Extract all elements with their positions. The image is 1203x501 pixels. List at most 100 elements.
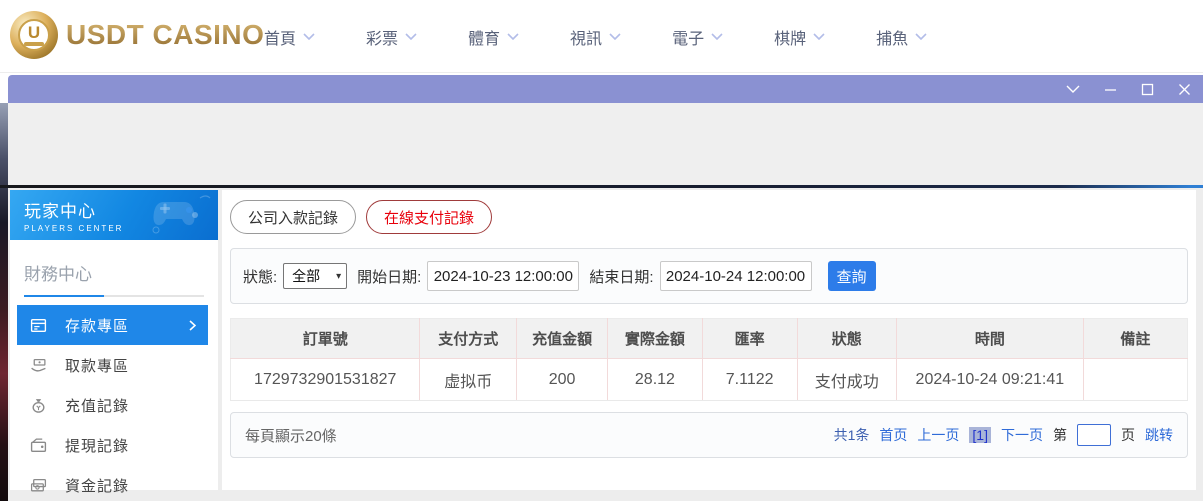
jump-prefix-label: 第 [1053, 427, 1067, 443]
table-header-row: 訂單號 支付方式 充值金額 實際金額 匯率 狀態 時間 備註 [230, 318, 1188, 359]
withdrawal-record-icon [30, 437, 47, 452]
sidebar-item-label: 提現記錄 [65, 437, 130, 455]
chevron-down-icon [303, 33, 315, 40]
jump-button[interactable]: 跳转 [1145, 425, 1173, 445]
sidebar-item-withdraw-zone[interactable]: 取款專區 [10, 345, 218, 385]
sidebar-item-label: 取款專區 [65, 357, 130, 375]
col-remarks: 備註 [1082, 318, 1188, 359]
close-icon[interactable] [1177, 82, 1191, 96]
chevron-right-icon [189, 319, 196, 331]
nav-label: 電子 [672, 30, 705, 48]
main-area: 玩家中心 PLAYERS CENTER 財務中心 存款專區 取款專區 充值記錄 … [8, 188, 1203, 501]
main-nav: 首頁 彩票 體育 視訊 電子 棋牌 捕魚 [264, 0, 927, 73]
minimize-icon[interactable] [1103, 82, 1117, 96]
cell-order-number: 1729732901531827 [230, 358, 420, 401]
coin-logo-icon: U [10, 11, 58, 59]
search-button[interactable]: 查詢 [827, 261, 876, 291]
nav-label: 棋牌 [774, 30, 807, 48]
next-page-link[interactable]: 下一页 [1001, 425, 1043, 445]
nav-item-lottery[interactable]: 彩票 [366, 25, 417, 49]
chevron-down-icon [915, 33, 927, 40]
col-status: 狀態 [796, 318, 897, 359]
col-order-number: 訂單號 [230, 318, 420, 359]
brand-logo[interactable]: U USDT CASINO [10, 11, 264, 59]
prev-page-link[interactable]: 上一页 [917, 425, 959, 445]
tab-company-deposit-records[interactable]: 公司入款記錄 [230, 200, 357, 234]
nav-item-live[interactable]: 視訊 [570, 25, 621, 49]
status-label: 狀態: [243, 268, 278, 286]
records-table: 訂單號 支付方式 充值金額 實際金額 匯率 狀態 時間 備註 172973290… [230, 318, 1188, 401]
first-page-link[interactable]: 首页 [879, 425, 907, 445]
chevron-down-icon[interactable] [1066, 82, 1080, 96]
coin-letter: U [27, 23, 41, 42]
nav-label: 彩票 [366, 30, 399, 48]
sidebar-item-deposit-zone[interactable]: 存款專區 [17, 305, 208, 345]
sidebar-item-label: 資金記錄 [65, 477, 130, 495]
withdraw-icon [31, 358, 46, 372]
col-payment-method: 支付方式 [419, 318, 517, 359]
col-recharge-amount: 充值金額 [516, 318, 608, 359]
nav-item-home[interactable]: 首頁 [264, 25, 315, 49]
background-image-strip [0, 103, 8, 501]
current-page-indicator: [1] [969, 427, 991, 443]
cell-recharge-amount: 200 [516, 358, 608, 401]
content-panel: 公司入款記錄 在線支付記錄 狀態: 全部 ▾ 開始日期: 結束日期: 查詢 [222, 190, 1196, 490]
jump-page-input[interactable] [1077, 424, 1111, 446]
col-actual-amount: 實際金額 [607, 318, 703, 359]
section-underline [24, 295, 204, 297]
end-date-label: 結束日期: [589, 268, 654, 286]
window-controls [1066, 75, 1191, 103]
nav-label: 體育 [468, 30, 501, 48]
sidebar-item-funds-records[interactable]: 資金記錄 [10, 465, 218, 501]
chevron-down-icon [507, 33, 519, 40]
window-titlebar[interactable] [8, 75, 1203, 103]
col-exchange-rate: 匯率 [701, 318, 798, 359]
maximize-icon[interactable] [1140, 82, 1154, 96]
chevron-down-icon [813, 33, 825, 40]
start-date-input[interactable] [427, 261, 580, 291]
nav-item-slots[interactable]: 電子 [672, 25, 723, 49]
table-row: 1729732901531827 虚拟币 200 28.12 7.1122 支付… [230, 358, 1188, 401]
coin-band [24, 42, 44, 46]
deposit-icon [30, 318, 47, 332]
sidebar-item-recharge-records[interactable]: 充值記錄 [10, 385, 218, 425]
nav-label: 首頁 [264, 30, 297, 48]
filter-bar: 狀態: 全部 ▾ 開始日期: 結束日期: 查詢 [230, 248, 1188, 304]
nav-label: 捕魚 [876, 30, 909, 48]
cell-time: 2024-10-24 09:21:41 [896, 358, 1084, 401]
nav-item-sports[interactable]: 體育 [468, 25, 519, 49]
total-count-text: 共1条 [833, 427, 870, 443]
cell-exchange-rate: 7.1122 [701, 358, 798, 401]
chevron-down-icon [609, 33, 621, 40]
pager: 共1条 首页 上一页 [1] 下一页 第 页 跳转 [834, 424, 1173, 446]
nav-item-cards[interactable]: 棋牌 [774, 25, 825, 49]
end-date-input[interactable] [659, 261, 812, 291]
start-date-label: 開始日期: [357, 268, 422, 286]
cell-actual-amount: 28.12 [607, 358, 703, 401]
sidebar-menu: 存款專區 取款專區 充值記錄 提現記錄 資金記錄 [10, 305, 218, 501]
status-select[interactable]: 全部 ▾ [283, 263, 348, 289]
sidebar: 玩家中心 PLAYERS CENTER 財務中心 存款專區 取款專區 充值記錄 … [10, 190, 218, 495]
cell-payment-method: 虚拟币 [419, 358, 517, 401]
status-select-value: 全部 [292, 268, 321, 284]
finance-center-heading: 財務中心 [24, 265, 92, 284]
chevron-down-icon [711, 33, 723, 40]
empty-banner-area [8, 103, 1203, 185]
chevron-down-icon [405, 33, 417, 40]
gamepad-icon [152, 195, 211, 234]
col-time: 時間 [896, 318, 1084, 359]
recharge-record-icon [32, 398, 45, 413]
funds-record-icon [30, 478, 47, 491]
site-header: U USDT CASINO 首頁 彩票 體育 視訊 電子 棋牌 捕魚 [0, 0, 1203, 73]
brand-wordmark: USDT CASINO [66, 19, 265, 50]
nav-label: 視訊 [570, 30, 603, 48]
nav-item-fishing[interactable]: 捕魚 [876, 25, 927, 49]
cell-remarks [1082, 358, 1188, 401]
players-center-header: 玩家中心 PLAYERS CENTER [10, 190, 218, 240]
record-tabs: 公司入款記錄 在線支付記錄 [230, 200, 493, 234]
sidebar-item-withdrawal-records[interactable]: 提現記錄 [10, 425, 218, 465]
tab-online-payment-records[interactable]: 在線支付記錄 [366, 200, 493, 234]
sidebar-item-label: 充值記錄 [65, 397, 130, 415]
sidebar-item-label: 存款專區 [65, 317, 130, 335]
app-window: U USDT CASINO 首頁 彩票 體育 視訊 電子 棋牌 捕魚 玩家中心 … [0, 0, 1203, 501]
